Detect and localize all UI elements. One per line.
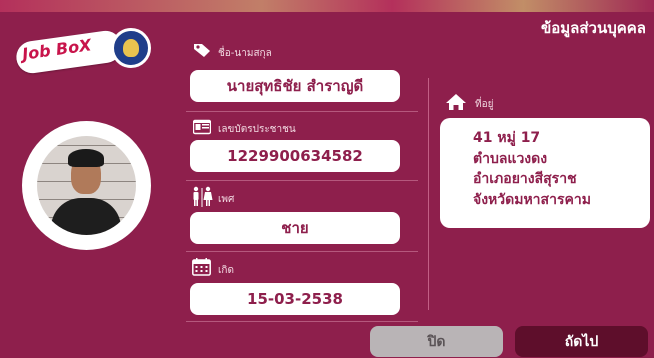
next-button[interactable]: ถัดไป [515,326,648,357]
avatar-body [51,198,121,235]
avatar [37,136,136,235]
profile-photo [22,121,151,250]
avatar-hair [68,149,104,167]
id-card-icon [193,119,211,135]
address-line: ตำบลแวงดง [473,150,548,167]
address-line: อำเภอยางสีสุราช [473,171,577,187]
gender-icon [193,186,213,207]
id-card-label: เลขบัตรประชาชน [218,124,296,135]
top-decorative-band [0,0,654,12]
divider [186,180,418,181]
page-title: ข้อมูลส่วนบุคคล [541,19,646,37]
vertical-divider [428,78,429,310]
address-box: 41 หมู่ 17 ตำบลแวงดง อำเภอยางสีสุราช จัง… [440,118,650,228]
name-value: นายสุทธิชัย สำราญดี [190,70,400,102]
birth-value: 15-03-2538 [190,283,400,315]
birth-label: เกิด [218,265,234,276]
address-line: จังหวัดมหาสารคาม [473,191,591,208]
address-line: 41 หมู่ 17 [473,130,541,146]
tag-icon [194,44,210,57]
divider [186,321,418,322]
home-icon [446,94,466,110]
calendar-icon [192,258,211,276]
divider [186,111,418,112]
gender-value: ชาย [190,212,400,244]
gender-label: เพศ [218,194,235,205]
name-label: ชื่อ-นามสกุล [218,48,272,59]
jobbox-logo: Job BoX [8,28,153,76]
id-card-value: 1229900634582 [190,140,400,172]
address-label: ที่อยู่ [475,99,494,110]
close-button[interactable]: ปิด [370,326,503,357]
seal-icon [111,28,151,68]
divider [186,251,418,252]
